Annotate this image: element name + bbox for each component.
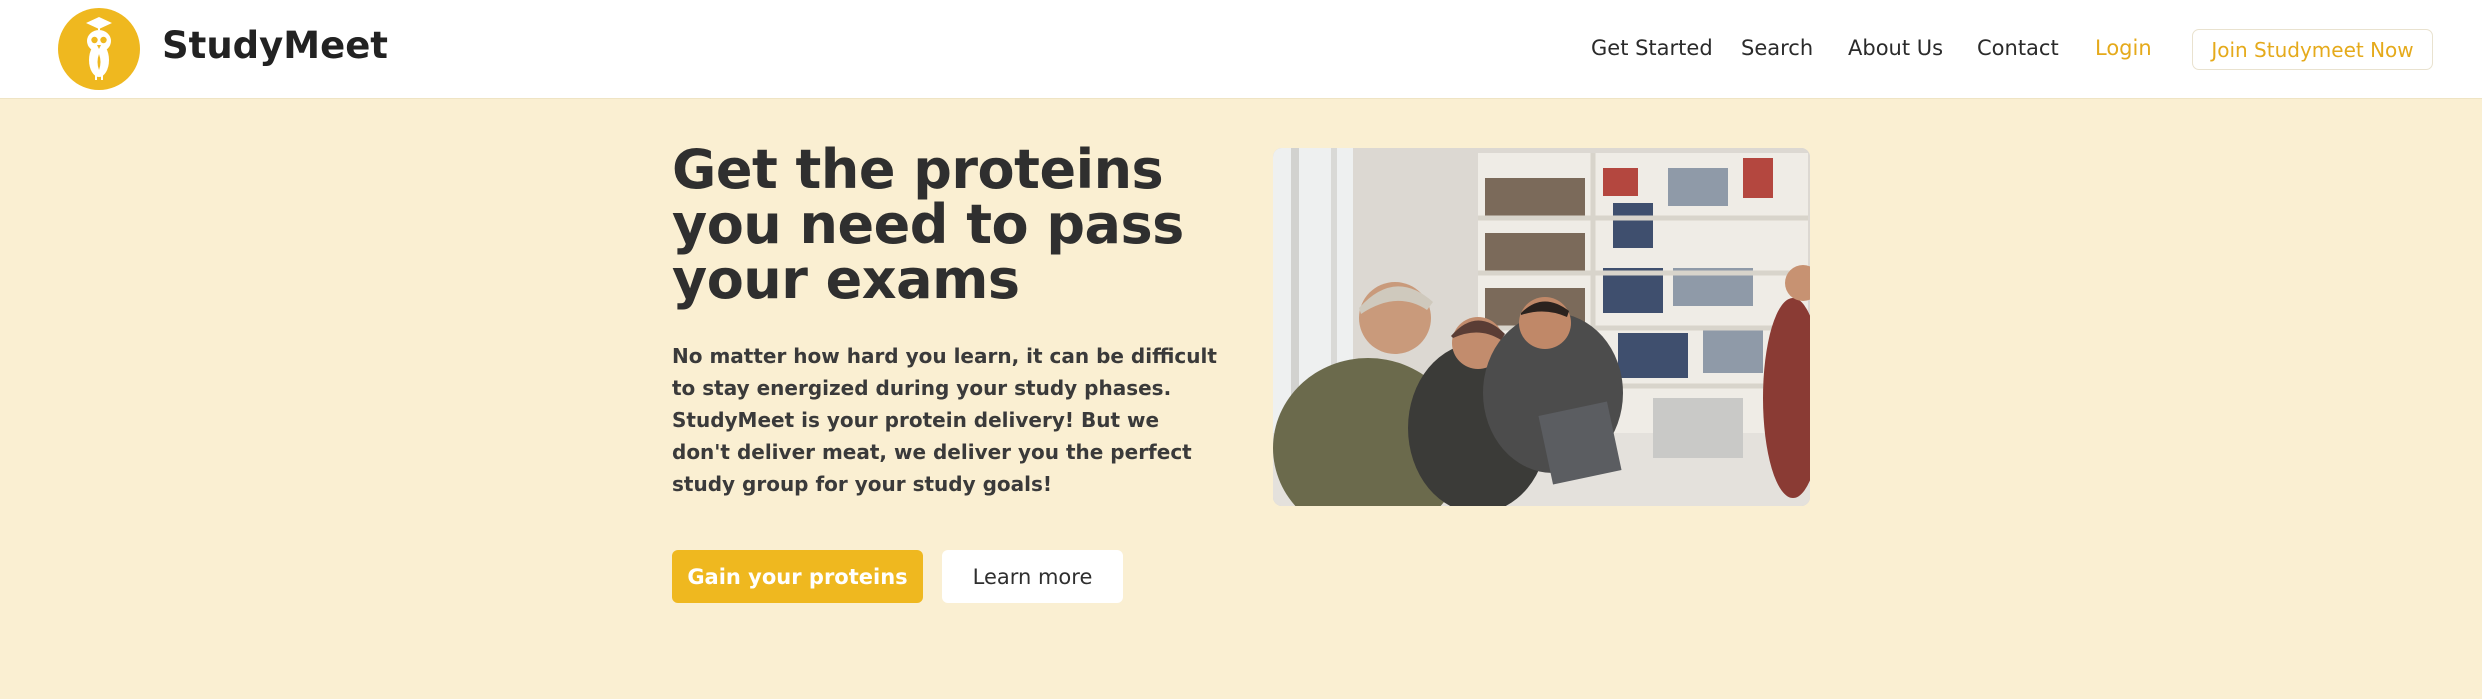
students-photo [1273,148,1810,506]
nav-about-us[interactable]: About Us [1848,36,1943,60]
hero-headline: Get the proteins you need to pass your e… [672,138,1184,311]
join-button[interactable]: Join Studymeet Now [2192,29,2433,70]
gain-proteins-button[interactable]: Gain your proteins [672,550,923,603]
brand-name[interactable]: StudyMeet [162,24,388,67]
hero-description: No matter how hard you learn, it can be … [672,344,1217,496]
learn-more-button[interactable]: Learn more [942,550,1123,603]
site-header: StudyMeet Get Started Search About Us Co… [0,0,2482,99]
owl-logo-icon[interactable] [58,8,140,90]
nav-login[interactable]: Login [2095,36,2152,60]
nav-get-started[interactable]: Get Started [1591,36,1713,60]
nav-contact[interactable]: Contact [1977,36,2059,60]
nav-search[interactable]: Search [1741,36,1813,60]
